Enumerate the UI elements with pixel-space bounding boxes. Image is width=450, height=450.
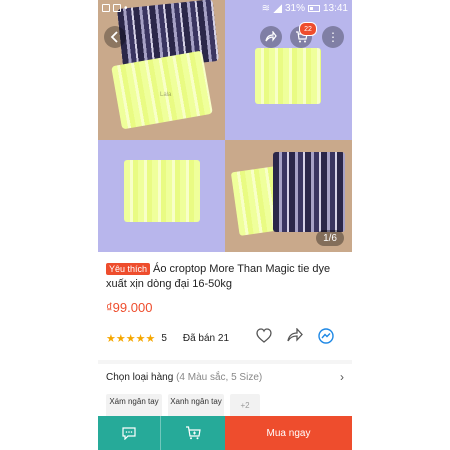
status-bar: • ≋ 31% 13:41 bbox=[98, 0, 352, 16]
product-screen: • ≋ 31% 13:41 Lala 22 ⋮ 1/6 Yêu thích Áo… bbox=[98, 0, 352, 450]
clock: 13:41 bbox=[322, 2, 348, 14]
share-button[interactable] bbox=[260, 26, 282, 48]
product-image-gallery[interactable]: Lala bbox=[98, 0, 352, 252]
messenger-button[interactable] bbox=[318, 328, 334, 344]
product-info: Yêu thích Áo croptop More Than Magic tie … bbox=[98, 252, 352, 360]
product-price: ₫99.000 bbox=[106, 300, 153, 315]
rating-stars: ★★★★★ bbox=[106, 332, 156, 345]
variation-subtitle: (4 Màu sắc, 5 Size) bbox=[176, 372, 263, 383]
message-notification-icon bbox=[113, 4, 121, 12]
product-photo-3 bbox=[98, 140, 225, 252]
more-vertical-icon: ⋮ bbox=[327, 30, 339, 44]
variation-more[interactable]: +2 bbox=[230, 394, 260, 418]
wifi-icon: ≋ bbox=[261, 2, 270, 14]
battery-icon bbox=[307, 4, 320, 12]
signal-icon bbox=[272, 3, 282, 13]
share-arrow-icon bbox=[287, 328, 303, 342]
rating-value: 5 bbox=[161, 332, 167, 344]
battery-text: 31% bbox=[284, 2, 305, 14]
like-button[interactable] bbox=[256, 328, 272, 343]
image-counter: 1/6 bbox=[316, 230, 344, 246]
back-button[interactable] bbox=[104, 26, 126, 48]
share-icon bbox=[265, 31, 277, 42]
status-right: ≋ 31% 13:41 bbox=[262, 3, 348, 14]
product-photo-1: Lala bbox=[98, 0, 225, 140]
heart-icon bbox=[256, 328, 272, 343]
more-notifications-icon: • bbox=[124, 2, 128, 14]
sold-count: Đã bán 21 bbox=[182, 332, 230, 344]
product-photo-2 bbox=[225, 0, 352, 140]
buy-now-button[interactable]: Mua ngay bbox=[225, 416, 352, 450]
product-title-row: Yêu thích Áo croptop More Than Magic tie … bbox=[106, 262, 344, 292]
share-product-button[interactable] bbox=[287, 328, 303, 342]
variation-title: Chọn loại hàng bbox=[106, 372, 174, 383]
yellow-tee bbox=[255, 48, 321, 104]
add-cart-icon bbox=[186, 426, 201, 440]
variation-chips: Xám ngân tay Xanh ngân tay +2 bbox=[106, 394, 260, 418]
chat-button[interactable] bbox=[98, 416, 161, 450]
messenger-icon bbox=[318, 328, 334, 344]
variation-option-2[interactable]: Xanh ngân tay bbox=[168, 394, 224, 418]
more-options-button[interactable]: ⋮ bbox=[322, 26, 344, 48]
back-arrow-icon bbox=[110, 31, 118, 43]
bottom-action-bar: Mua ngay bbox=[98, 416, 352, 450]
variation-option-1[interactable]: Xám ngân tay bbox=[106, 394, 162, 418]
add-to-cart-button[interactable] bbox=[161, 416, 225, 450]
gallery-notification-icon bbox=[102, 4, 110, 12]
status-left: • bbox=[102, 3, 128, 14]
variation-header: Chọn loại hàng (4 Màu sắc, 5 Size) bbox=[106, 372, 262, 383]
chat-icon bbox=[122, 427, 136, 440]
cart-count-badge: 22 bbox=[299, 22, 317, 36]
tie-dye-shirt-2 bbox=[273, 152, 345, 232]
chevron-right-icon: › bbox=[340, 370, 344, 384]
yellow-long-sleeve bbox=[124, 160, 200, 222]
rating-row: ★★★★★ 5 Đã bán 21 bbox=[106, 328, 344, 346]
watermark: Lala bbox=[160, 92, 172, 98]
cart-button[interactable]: 22 bbox=[290, 22, 317, 48]
favorite-badge: Yêu thích bbox=[106, 263, 151, 275]
